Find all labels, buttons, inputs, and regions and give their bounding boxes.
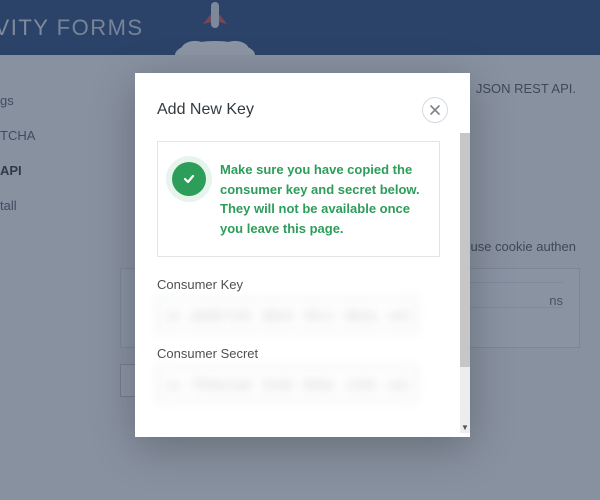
modal-title: Add New Key [157, 101, 254, 119]
notice-text: Make sure you have copied the consumer k… [220, 160, 423, 238]
modal-scrollbar[interactable]: ▼ [460, 133, 470, 433]
consumer-key-label: Consumer Key [157, 277, 448, 292]
consumer-key-input[interactable] [157, 298, 417, 332]
modal-header: Add New Key [157, 97, 448, 123]
consumer-secret-input[interactable] [157, 367, 417, 401]
success-notice: Make sure you have copied the consumer k… [157, 141, 440, 257]
add-key-modal: ▼ Add New Key Make sure you have copied … [135, 73, 470, 437]
close-icon [430, 105, 440, 115]
consumer-secret-label: Consumer Secret [157, 346, 448, 361]
scrollbar-thumb[interactable] [460, 133, 470, 367]
scrollbar-down-arrow[interactable]: ▼ [460, 421, 470, 433]
check-icon [172, 162, 206, 196]
close-button[interactable] [422, 97, 448, 123]
